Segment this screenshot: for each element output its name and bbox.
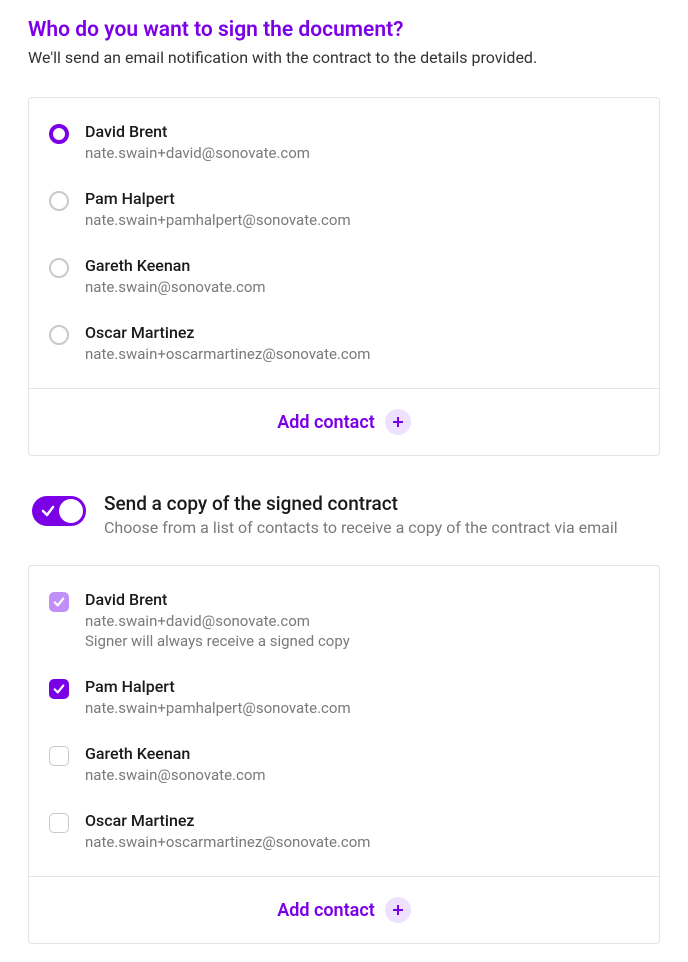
add-contact-label: Add contact <box>277 900 375 921</box>
add-contact-button[interactable]: Add contact <box>277 409 411 435</box>
contact-email: nate.swain@sonovate.com <box>85 277 266 297</box>
recipients-panel: David Brentnate.swain+david@sonovate.com… <box>28 565 660 944</box>
signer-radio[interactable] <box>49 191 69 211</box>
contact-email: nate.swain+oscarmartinez@sonovate.com <box>85 832 370 852</box>
recipient-checkbox <box>49 592 69 612</box>
recipient-row: Oscar Martineznate.swain+oscarmartinez@s… <box>49 803 639 870</box>
signer-text: Gareth Keenannate.swain@sonovate.com <box>85 256 266 297</box>
recipient-checkbox[interactable] <box>49 746 69 766</box>
signers-list: David Brentnate.swain+david@sonovate.com… <box>29 98 659 388</box>
toggle-knob <box>59 499 83 523</box>
signer-radio[interactable] <box>49 325 69 345</box>
contact-name: Gareth Keenan <box>85 744 266 765</box>
toggle-title: Send a copy of the signed contract <box>104 492 618 515</box>
check-icon <box>41 503 55 522</box>
signer-row: Gareth Keenannate.swain@sonovate.com <box>49 248 639 315</box>
contact-email: nate.swain+pamhalpert@sonovate.com <box>85 210 351 230</box>
signers-panel-footer: Add contact <box>29 388 659 455</box>
signer-row: Oscar Martineznate.swain+oscarmartinez@s… <box>49 315 639 382</box>
contact-name: Pam Halpert <box>85 189 351 210</box>
recipient-text: Gareth Keenannate.swain@sonovate.com <box>85 744 266 785</box>
recipients-list: David Brentnate.swain+david@sonovate.com… <box>29 566 659 876</box>
page-title: Who do you want to sign the document? <box>28 18 660 42</box>
copy-toggle-section: Send a copy of the signed contract Choos… <box>32 492 656 539</box>
contact-name: Oscar Martinez <box>85 811 370 832</box>
contact-name: David Brent <box>85 590 350 611</box>
signer-radio[interactable] <box>49 258 69 278</box>
recipient-row: Pam Halpertnate.swain+pamhalpert@sonovat… <box>49 669 639 736</box>
contact-email: nate.swain+pamhalpert@sonovate.com <box>85 698 351 718</box>
contact-email: nate.swain@sonovate.com <box>85 765 266 785</box>
recipients-panel-footer: Add contact <box>29 876 659 943</box>
signer-radio[interactable] <box>49 124 69 144</box>
contact-email: nate.swain+david@sonovate.com <box>85 611 350 631</box>
contact-note: Signer will always receive a signed copy <box>85 631 350 651</box>
signer-row: Pam Halpertnate.swain+pamhalpert@sonovat… <box>49 181 639 248</box>
recipient-checkbox[interactable] <box>49 813 69 833</box>
contact-name: Oscar Martinez <box>85 323 370 344</box>
contact-email: nate.swain+oscarmartinez@sonovate.com <box>85 344 370 364</box>
contact-name: David Brent <box>85 122 310 143</box>
signer-text: Oscar Martineznate.swain+oscarmartinez@s… <box>85 323 370 364</box>
add-contact-button[interactable]: Add contact <box>277 897 411 923</box>
recipient-text: David Brentnate.swain+david@sonovate.com… <box>85 590 350 651</box>
contact-name: Pam Halpert <box>85 677 351 698</box>
signer-text: Pam Halpertnate.swain+pamhalpert@sonovat… <box>85 189 351 230</box>
recipient-text: Oscar Martineznate.swain+oscarmartinez@s… <box>85 811 370 852</box>
send-copy-toggle[interactable] <box>32 496 86 526</box>
recipient-row: Gareth Keenannate.swain@sonovate.com <box>49 736 639 803</box>
contact-email: nate.swain+david@sonovate.com <box>85 143 310 163</box>
signer-row: David Brentnate.swain+david@sonovate.com <box>49 114 639 181</box>
plus-icon <box>385 409 411 435</box>
add-contact-label: Add contact <box>277 412 375 433</box>
signer-text: David Brentnate.swain+david@sonovate.com <box>85 122 310 163</box>
contact-name: Gareth Keenan <box>85 256 266 277</box>
recipient-text: Pam Halpertnate.swain+pamhalpert@sonovat… <box>85 677 351 718</box>
recipient-row: David Brentnate.swain+david@sonovate.com… <box>49 582 639 669</box>
plus-icon <box>385 897 411 923</box>
signers-panel: David Brentnate.swain+david@sonovate.com… <box>28 97 660 456</box>
toggle-description: Choose from a list of contacts to receiv… <box>104 517 618 539</box>
recipient-checkbox[interactable] <box>49 679 69 699</box>
page-subtitle: We'll send an email notification with th… <box>28 48 660 67</box>
